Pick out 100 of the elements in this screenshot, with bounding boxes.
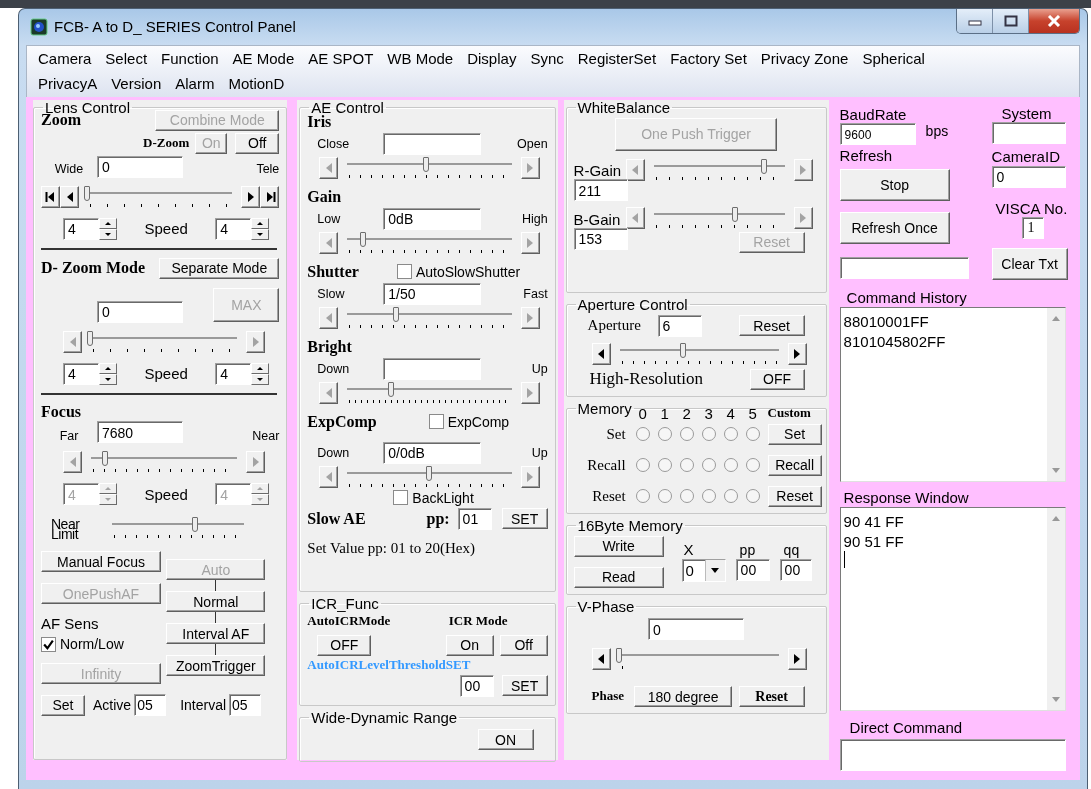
menu-item[interactable]: AE Mode bbox=[225, 47, 302, 70]
menu-item[interactable]: Version bbox=[104, 72, 169, 95]
memory-button[interactable]: Set bbox=[767, 423, 822, 445]
manual-focus-button[interactable]: Manual Focus bbox=[41, 551, 161, 573]
threshold-field[interactable]: 00 bbox=[459, 674, 494, 697]
value-field[interactable] bbox=[383, 132, 482, 155]
radio-button[interactable] bbox=[745, 458, 760, 473]
set-button[interactable]: SET bbox=[501, 675, 548, 697]
spin-buttons[interactable] bbox=[99, 362, 117, 385]
radio-button[interactable] bbox=[635, 489, 650, 504]
slider-thumb[interactable] bbox=[615, 648, 622, 664]
radio-button[interactable] bbox=[701, 427, 716, 442]
af-mode-button[interactable]: ZoomTrigger bbox=[166, 655, 266, 677]
wdr-on-button[interactable]: ON bbox=[477, 729, 534, 751]
set-button[interactable]: Set bbox=[41, 695, 85, 716]
auto-icr-off-button[interactable]: OFF bbox=[317, 634, 372, 656]
radio-button[interactable] bbox=[657, 427, 672, 442]
radio-button[interactable] bbox=[745, 427, 760, 442]
clear-text-button[interactable]: Clear Txt bbox=[991, 247, 1068, 280]
minimize-button[interactable] bbox=[957, 9, 993, 33]
focus-field[interactable]: 7680 bbox=[97, 421, 183, 444]
set-button[interactable]: SET bbox=[501, 508, 548, 530]
pp-field[interactable]: 00 bbox=[735, 558, 770, 581]
left-arrow-button[interactable] bbox=[60, 185, 79, 208]
memory-button[interactable]: Reset bbox=[767, 485, 822, 507]
visca-number-field[interactable]: 1 bbox=[1021, 216, 1044, 239]
reset-button[interactable]: Reset bbox=[738, 315, 805, 337]
checkbox[interactable] bbox=[41, 636, 56, 652]
qq-field[interactable]: 00 bbox=[779, 558, 812, 581]
status-field[interactable] bbox=[839, 256, 969, 279]
af-mode-button[interactable]: Normal bbox=[166, 591, 266, 613]
camera-id-field[interactable]: 0 bbox=[991, 165, 1066, 188]
menu-item[interactable]: Function bbox=[154, 47, 226, 70]
radio-button[interactable] bbox=[679, 458, 694, 473]
radio-button[interactable] bbox=[723, 458, 738, 473]
baud-rate-field[interactable]: 9600 bbox=[839, 123, 916, 146]
menu-item[interactable]: Camera bbox=[31, 47, 99, 70]
menu-item[interactable]: Sync bbox=[523, 47, 571, 70]
spin-buttons[interactable] bbox=[99, 217, 117, 240]
menu-item[interactable]: Display bbox=[460, 47, 524, 70]
v-phase-field[interactable]: 0 bbox=[648, 618, 745, 641]
menu-item[interactable]: PrivacyA bbox=[31, 72, 105, 95]
skip-right-arrow-button[interactable] bbox=[260, 185, 280, 208]
menu-item[interactable]: RegisterSet bbox=[570, 47, 664, 70]
reset-button[interactable]: Reset bbox=[738, 686, 805, 708]
speed-field[interactable]: 4 bbox=[63, 362, 99, 385]
system-field[interactable] bbox=[991, 122, 1066, 145]
menu-item[interactable]: Privacy Zone bbox=[753, 47, 856, 70]
active-field[interactable]: 05 bbox=[134, 694, 167, 717]
radio-button[interactable] bbox=[657, 489, 672, 504]
menu-item[interactable]: AE SPOT bbox=[301, 47, 381, 70]
x-dropdown[interactable]: 0 bbox=[681, 558, 726, 582]
slider-thumb[interactable] bbox=[192, 517, 199, 533]
menu-item[interactable]: Factory Set bbox=[663, 47, 754, 70]
speed-field[interactable]: 4 bbox=[215, 217, 252, 240]
maximize-button[interactable] bbox=[993, 9, 1029, 33]
write-button[interactable]: Write bbox=[573, 535, 664, 557]
stop-button[interactable]: Stop bbox=[839, 168, 950, 201]
separate-mode-button[interactable]: Separate Mode bbox=[159, 257, 280, 279]
af-mode-button[interactable]: Interval AF bbox=[166, 623, 266, 645]
radio-button[interactable] bbox=[635, 458, 650, 473]
radio-button[interactable] bbox=[679, 427, 694, 442]
degree-button[interactable]: 180 degree bbox=[634, 686, 733, 708]
aperture-field[interactable]: 6 bbox=[657, 314, 702, 337]
skip-left-arrow-button[interactable] bbox=[41, 185, 60, 208]
menu-item[interactable]: WB Mode bbox=[380, 47, 461, 70]
menu-item[interactable]: Alarm bbox=[168, 72, 222, 95]
checkbox[interactable] bbox=[393, 490, 409, 506]
high-resolution-off-button[interactable]: OFF bbox=[749, 368, 805, 390]
slider-thumb[interactable] bbox=[84, 185, 90, 201]
radio-button[interactable] bbox=[701, 489, 716, 504]
radio-button[interactable] bbox=[679, 489, 694, 504]
icr-on-button[interactable]: On bbox=[445, 634, 494, 656]
interval-field[interactable]: 05 bbox=[229, 694, 262, 717]
right-arrow-button[interactable] bbox=[787, 342, 807, 365]
radio-button[interactable] bbox=[745, 489, 760, 504]
d-zoom-field[interactable]: 0 bbox=[97, 300, 183, 323]
speed-field[interactable]: 4 bbox=[63, 217, 99, 240]
icr-off-button[interactable]: Off bbox=[499, 634, 548, 656]
spin-buttons[interactable] bbox=[251, 362, 270, 385]
radio-button[interactable] bbox=[635, 427, 650, 442]
spin-buttons[interactable] bbox=[251, 217, 270, 240]
left-arrow-button[interactable] bbox=[591, 648, 611, 671]
menu-item[interactable]: MotionD bbox=[221, 72, 292, 95]
memory-button[interactable]: Recall bbox=[767, 454, 822, 476]
close-button[interactable] bbox=[1029, 9, 1079, 33]
radio-button[interactable] bbox=[701, 458, 716, 473]
direct-command-field[interactable] bbox=[839, 738, 1066, 771]
pp-field[interactable]: 01 bbox=[457, 507, 492, 530]
off-button[interactable]: Off bbox=[235, 132, 280, 154]
radio-button[interactable] bbox=[657, 458, 672, 473]
dropdown-button[interactable] bbox=[704, 559, 725, 581]
radio-button[interactable] bbox=[723, 427, 738, 442]
value-field[interactable] bbox=[383, 357, 482, 380]
read-button[interactable]: Read bbox=[573, 566, 664, 588]
right-arrow-button[interactable] bbox=[241, 185, 261, 208]
speed-field[interactable]: 4 bbox=[215, 362, 252, 385]
zoom-field[interactable]: 0 bbox=[97, 155, 183, 178]
slider-thumb[interactable] bbox=[680, 342, 686, 358]
right-arrow-button[interactable] bbox=[787, 648, 807, 671]
